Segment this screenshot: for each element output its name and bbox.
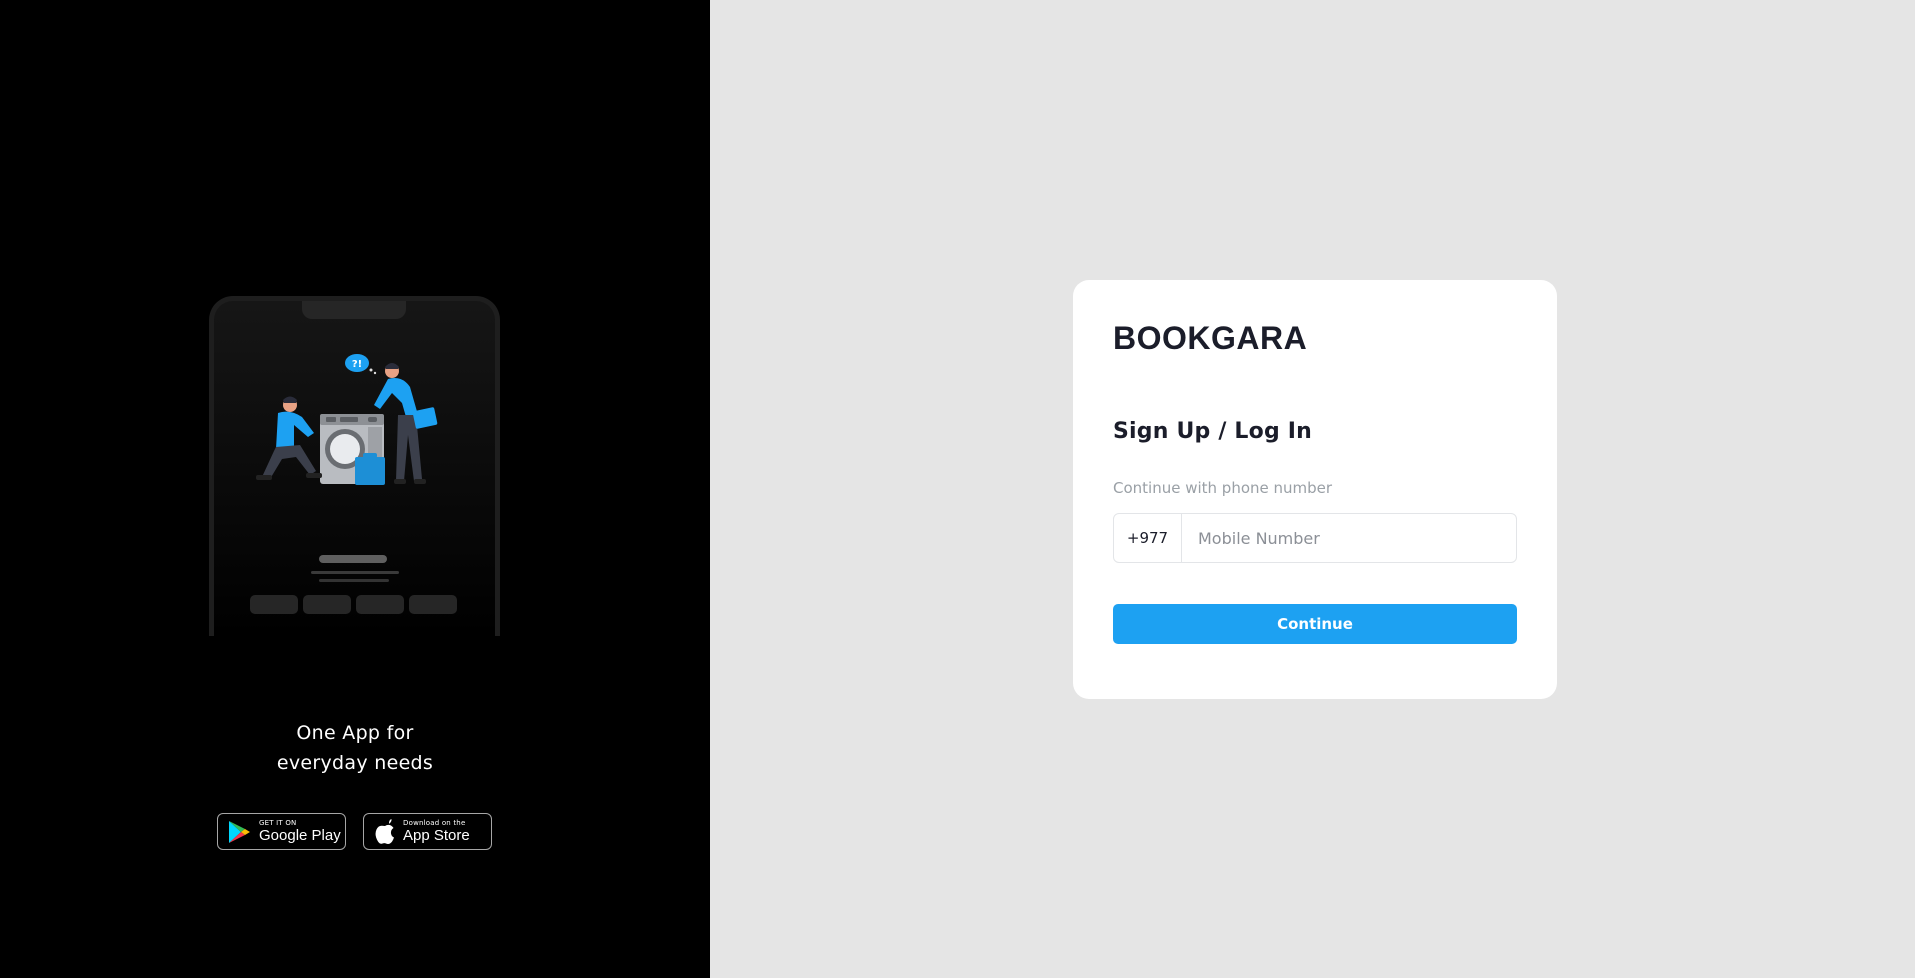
continue-button[interactable]: Continue <box>1113 604 1517 644</box>
app-store-small-text: Download on the <box>403 819 466 827</box>
google-play-icon <box>229 820 250 843</box>
phone-placeholder-tab <box>356 595 404 614</box>
brand-logo[interactable]: BOOKGARA <box>1113 320 1517 356</box>
speech-bubble-icon: ?! <box>345 354 377 375</box>
app-store-badge[interactable]: Download on the App Store <box>363 813 492 850</box>
auth-card: BOOKGARA Sign Up / Log In Continue with … <box>1073 280 1557 699</box>
phone-mockup: ?! <box>209 296 500 636</box>
google-play-big-text: Google Play <box>259 827 341 844</box>
phone-placeholder-tab <box>303 595 351 614</box>
google-play-small-text: GET IT ON <box>259 819 297 827</box>
phone-placeholder-tab <box>409 595 457 614</box>
app-store-big-text: App Store <box>403 827 470 844</box>
phone-placeholder-tabs <box>250 595 457 614</box>
promo-tagline: One App for everyday needs <box>0 718 710 778</box>
store-badges: GET IT ON Google Play Download on the Ap… <box>217 813 492 850</box>
phone-notch <box>302 301 406 319</box>
tagline-line-2: everyday needs <box>276 752 434 774</box>
apple-icon <box>375 818 394 844</box>
repair-illustration: ?! <box>256 354 438 485</box>
phone-placeholder-bar <box>319 555 387 563</box>
auth-title: Sign Up / Log In <box>1113 419 1313 444</box>
tagline-line-1: One App for <box>296 722 414 744</box>
phone-placeholder-tab <box>250 595 298 614</box>
phone-placeholder-line <box>319 579 389 582</box>
promo-panel: ?! One App for everyday needs GET IT ON … <box>0 0 710 978</box>
speech-bubble-text: ?! <box>352 359 362 370</box>
auth-subtitle: Continue with phone number <box>1113 479 1333 497</box>
phone-input-group: +977 <box>1113 513 1517 563</box>
kneeling-technician <box>256 396 322 480</box>
mobile-number-input[interactable] <box>1182 514 1516 562</box>
auth-panel: BOOKGARA Sign Up / Log In Continue with … <box>710 0 1915 978</box>
phone-placeholder-line <box>311 571 399 574</box>
page: ?! One App for everyday needs GET IT ON … <box>0 0 1915 978</box>
google-play-badge[interactable]: GET IT ON Google Play <box>217 813 346 850</box>
country-code[interactable]: +977 <box>1114 514 1182 562</box>
